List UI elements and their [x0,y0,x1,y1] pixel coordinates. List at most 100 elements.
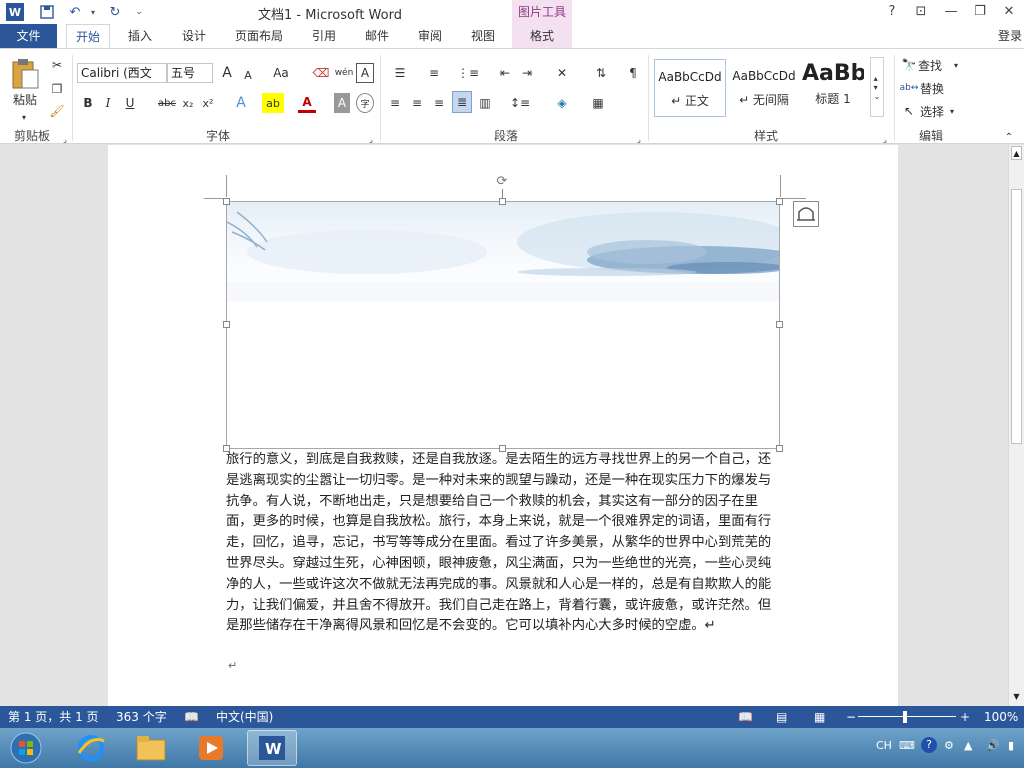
tab-format[interactable]: 格式 [512,24,572,48]
copy-icon[interactable]: ❐ [47,79,67,99]
strikethrough-button[interactable]: abc [156,93,178,113]
tab-home[interactable]: 开始 [66,24,110,48]
collapse-ribbon-icon[interactable]: ⌃ [1002,127,1016,147]
resize-handle-top[interactable] [499,198,506,205]
page-count[interactable]: 第 1 页，共 1 页 [8,706,99,728]
cut-icon[interactable]: ✂ [47,55,67,75]
subscript-button[interactable]: x₂ [180,93,196,113]
tab-design[interactable]: 设计 [172,24,216,48]
highlight-button[interactable]: ab [262,93,284,113]
sort-icon[interactable]: ⇅ [590,63,612,83]
align-left-icon[interactable]: ≡ [386,93,404,113]
bold-button[interactable]: B [80,93,96,113]
keyboard-icon[interactable]: ⌨ [899,739,915,752]
clear-formatting-icon[interactable]: ⌫ [312,63,330,83]
file-explorer-icon[interactable] [126,730,176,766]
word-app-icon[interactable]: W [6,3,24,21]
sign-in-link[interactable]: 登录 [998,24,1022,48]
italic-button[interactable]: I [100,93,116,113]
layout-options-button[interactable] [793,201,819,227]
document-page[interactable]: ⟳ 旅行的意义，到底是自我救赎，还是自我放逐。是去陌生的远方寻找世界上的另一个自… [108,145,898,706]
select-cursor-icon[interactable]: ↖ [900,101,918,121]
distributed-icon[interactable]: ▥ [476,93,494,113]
volume-icon[interactable]: 🔊 [986,739,1000,752]
close-button[interactable]: ✕ [998,2,1020,22]
zoom-slider-track[interactable] [858,716,956,717]
replace-button[interactable]: 替换 [920,78,960,98]
paste-dropdown-icon[interactable]: ▾ [14,107,34,127]
resize-handle-right[interactable] [776,321,783,328]
save-icon[interactable] [38,3,56,21]
tab-insert[interactable]: 插入 [118,24,162,48]
language-indicator[interactable]: 中文(中国) [216,706,273,728]
tray-settings-icon[interactable]: ⚙ [944,739,954,752]
restore-button[interactable]: ❐ [969,2,991,22]
undo-icon[interactable]: ↶ [66,3,84,21]
chinese-layout-icon[interactable]: ✕ [548,63,576,83]
tab-references[interactable]: 引用 [302,24,346,48]
scroll-down-icon[interactable]: ▼ [1011,690,1022,704]
paste-button-label[interactable]: 粘贴 [8,89,42,109]
justify-icon[interactable]: ≣ [452,91,472,113]
character-border-button[interactable]: A [356,63,374,83]
underline-button[interactable]: U [122,93,138,113]
enclose-characters-button[interactable]: 字 [356,93,374,113]
resize-handle-left[interactable] [223,321,230,328]
font-name-combo[interactable]: Calibri (西文 [77,63,167,83]
zoom-in-icon[interactable]: + [960,706,970,728]
word-taskbar-button[interactable]: W [247,730,297,766]
styles-scroll[interactable]: ▴ ▾ ⌄ [870,57,884,117]
text-effects-button[interactable]: A [232,93,250,113]
change-case-button[interactable]: Aa [268,63,294,83]
character-shading-button[interactable]: A [334,93,350,113]
rotate-handle-icon[interactable]: ⟳ [495,175,509,189]
tab-file[interactable]: 文件 [0,24,57,48]
print-layout-icon[interactable]: ▤ [776,706,787,728]
font-color-button[interactable]: A [298,93,316,113]
resize-handle-top-left[interactable] [223,198,230,205]
media-player-icon[interactable] [186,730,236,766]
shrink-font-button[interactable]: A [240,65,256,85]
replace-icon[interactable]: ab↔ [900,78,919,98]
tab-review[interactable]: 审阅 [408,24,452,48]
grow-font-button[interactable]: A [218,63,236,83]
bullets-icon[interactable]: ☰ [386,63,414,83]
multilevel-list-icon[interactable]: ⋮≡ [454,63,482,83]
superscript-button[interactable]: x² [200,93,216,113]
show-marks-icon[interactable]: ¶ [624,63,642,83]
minimize-button[interactable]: — [940,2,962,22]
show-hidden-icons-icon[interactable]: ▲ [964,739,972,752]
increase-indent-icon[interactable]: ⇥ [518,63,536,83]
numbering-icon[interactable]: ≡ [420,63,448,83]
style-no-spacing[interactable]: AaBbCcDd ↵ 无间隔 [728,59,800,117]
start-button[interactable] [2,730,50,766]
scroll-thumb[interactable] [1011,189,1022,444]
undo-dropdown-icon[interactable]: ▾ [84,3,102,21]
zoom-out-icon[interactable]: − [846,706,856,728]
decrease-indent-icon[interactable]: ⇤ [496,63,514,83]
tab-mailings[interactable]: 邮件 [355,24,399,48]
redo-icon[interactable]: ↻ [106,3,124,21]
vertical-scrollbar[interactable]: ▲ ▼ [1008,145,1024,706]
selected-picture[interactable] [226,201,780,449]
document-body-paragraph[interactable]: 旅行的意义，到底是自我救赎，还是自我放逐。是去陌生的远方寻找世界上的另一个自己，… [226,450,782,637]
paste-icon[interactable] [8,57,42,91]
format-painter-icon[interactable]: 🖌 [47,101,67,121]
style-heading-1[interactable]: AaBb 标题 1 [802,59,864,117]
shading-icon[interactable]: ◈ [548,93,576,113]
word-count[interactable]: 363 个字 [116,706,167,728]
help-button[interactable]: ? [881,2,903,22]
ribbon-display-options-button[interactable]: ⊡ [910,2,932,22]
align-right-icon[interactable]: ≡ [430,93,448,113]
align-center-icon[interactable]: ≡ [408,93,426,113]
web-layout-icon[interactable]: ▦ [814,706,825,728]
network-icon[interactable]: ▮ [1008,739,1014,752]
help-tray-icon[interactable]: ? [921,737,937,753]
tab-view[interactable]: 视图 [461,24,505,48]
ime-indicator[interactable]: CH [876,739,892,752]
zoom-level[interactable]: 100% [984,706,1018,728]
scroll-up-icon[interactable]: ▲ [1011,146,1022,160]
empty-paragraph-mark[interactable]: ↵ [228,659,237,672]
tab-page-layout[interactable]: 页面布局 [228,24,290,48]
line-spacing-icon[interactable]: ↕≡ [506,93,534,113]
